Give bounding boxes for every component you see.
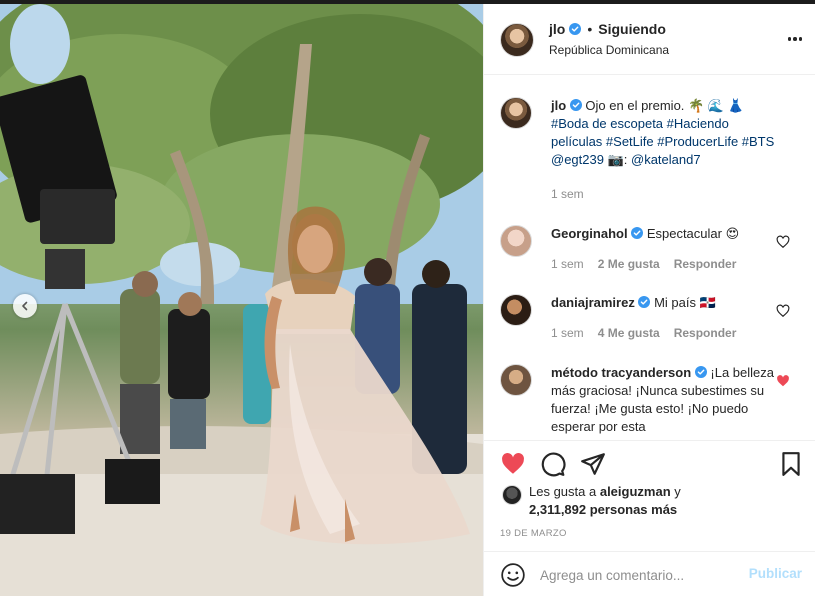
comment-item: método tracyanderson ¡La belleza más gra…: [500, 364, 800, 439]
verified-icon: [569, 99, 582, 111]
add-comment-bar: Publicar: [484, 551, 815, 596]
comment-like-heart-icon[interactable]: [776, 235, 790, 249]
comment-text: daniajramirez Mi país 🇩🇴: [551, 294, 781, 312]
likes-connector: y: [670, 484, 681, 499]
post-date[interactable]: 19 DE MARZO: [500, 528, 567, 539]
heart-icon[interactable]: [500, 451, 526, 477]
caption-author-avatar[interactable]: [500, 97, 532, 129]
likes-prefix: Les gusta a: [529, 484, 597, 499]
post-actions-bar: [484, 440, 815, 478]
likes-count[interactable]: 2,311,892 personas más: [529, 502, 677, 517]
comment-username[interactable]: daniajramirez: [551, 295, 635, 310]
comment-meta: 1 sem 4 Me gusta Responder: [551, 326, 736, 340]
post-header: jlo • Siguiendo República Dominicana: [484, 4, 815, 75]
caption-mention-1[interactable]: @egt239: [551, 152, 604, 167]
caption-item: jlo Ojo en el premio. 🌴 🌊 👗 #Boda de esc…: [500, 97, 800, 207]
verified-icon: [694, 366, 707, 378]
caption-time[interactable]: 1 sem: [551, 187, 584, 201]
likes-text: Les gusta a aleiguzman y 2,311,892 perso…: [529, 483, 799, 519]
share-icon[interactable]: [580, 451, 606, 477]
post-side-panel: jlo • Siguiendo República Dominicana jlo…: [483, 4, 815, 596]
chevron-left-icon: [22, 301, 28, 311]
comment-time[interactable]: 1 sem: [551, 326, 584, 340]
comment-item: daniajramirez Mi país 🇩🇴 1 sem 4 Me gust…: [500, 294, 800, 346]
comment-like-heart-icon[interactable]: [776, 304, 790, 318]
comment-likes-count[interactable]: 2 Me gusta: [598, 257, 660, 271]
commenter-avatar[interactable]: [500, 294, 532, 326]
comment-liked-heart-icon[interactable]: [776, 374, 790, 388]
comment-time[interactable]: 1 sem: [551, 257, 584, 271]
comment-icon[interactable]: [540, 451, 566, 477]
comment-reply-button[interactable]: Responder: [674, 326, 737, 340]
comment-input[interactable]: [540, 564, 740, 586]
comment-text: Georginahol Espectacular 😍: [551, 225, 781, 243]
caption-text: jlo Ojo en el premio. 🌴 🌊 👗 #Boda de esc…: [551, 97, 781, 169]
bookmark-icon[interactable]: [778, 451, 804, 477]
comment-meta: 1 sem 2 Me gusta Responder: [551, 257, 736, 271]
caption-message: Ojo en el premio. 🌴 🌊 👗: [585, 98, 744, 113]
comment-username[interactable]: Georginahol: [551, 226, 628, 241]
verified-icon: [569, 23, 582, 35]
caption-camera: 📷:: [603, 152, 631, 167]
comment-message: Espectacular 😍: [646, 226, 740, 241]
comment-likes-count[interactable]: 4 Me gusta: [598, 326, 660, 340]
publish-button[interactable]: Publicar: [749, 566, 802, 581]
comments-list[interactable]: jlo Ojo en el premio. 🌴 🌊 👗 #Boda de esc…: [484, 75, 815, 439]
commenter-avatar[interactable]: [500, 225, 532, 257]
caption-hashtags[interactable]: #Boda de escopeta #Haciendo películas #S…: [551, 116, 774, 149]
post-photo[interactable]: [0, 4, 483, 596]
follow-status-button[interactable]: Siguiendo: [598, 21, 666, 37]
caption-meta: 1 sem: [551, 187, 584, 201]
separator-dot: •: [587, 21, 593, 37]
emoji-icon[interactable]: [500, 562, 526, 588]
comment-text: método tracyanderson ¡La belleza más gra…: [551, 364, 781, 436]
author-username[interactable]: jlo: [549, 21, 565, 37]
author-avatar[interactable]: [500, 23, 534, 57]
commenter-avatar[interactable]: [500, 364, 532, 396]
carousel-previous-button[interactable]: [13, 294, 37, 318]
comment-item: Georginahol Espectacular 😍 1 sem 2 Me gu…: [500, 225, 800, 277]
post-photo-illustration: [0, 4, 483, 596]
liker-username[interactable]: aleiguzman: [600, 484, 671, 499]
liker-avatar[interactable]: [502, 485, 522, 505]
caption-mention-2[interactable]: @kateland7: [631, 152, 701, 167]
comment-reply-button[interactable]: Responder: [674, 257, 737, 271]
verified-icon: [631, 227, 644, 239]
comment-message: Mi país 🇩🇴: [654, 295, 716, 310]
caption-username[interactable]: jlo: [551, 98, 566, 113]
verified-icon: [638, 296, 651, 308]
author-line: jlo • Siguiendo: [549, 21, 666, 37]
post-location[interactable]: República Dominicana: [549, 43, 669, 57]
comment-username[interactable]: método tracyanderson: [551, 365, 691, 380]
more-options-icon[interactable]: [786, 30, 804, 48]
